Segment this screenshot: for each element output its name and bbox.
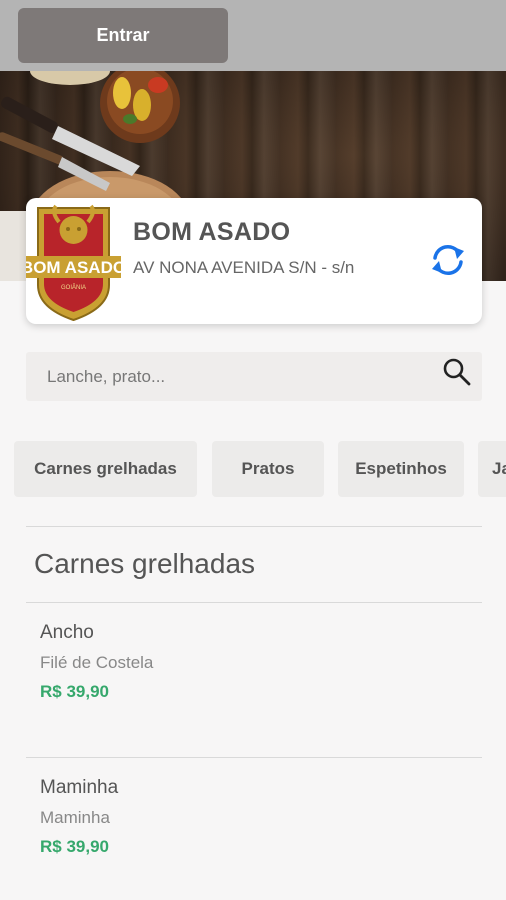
category-tab-pratos[interactable]: Pratos [212, 441, 324, 497]
menu-item-name: Maminha [40, 777, 119, 798]
menu-item-price: R$ 39,90 [40, 682, 109, 701]
restaurant-logo: BOM ASADO GOIÂNIA [26, 204, 121, 322]
menu-item-description: Maminha [40, 808, 110, 827]
search-bar [26, 352, 482, 401]
menu-item-name: Ancho [40, 622, 94, 643]
restaurant-address: AV NONA AVENIDA S/N - s/n [133, 258, 355, 277]
divider [26, 526, 482, 527]
restaurant-card: BOM ASADO GOIÂNIA BOM ASADO AV NONA AVEN… [26, 198, 482, 324]
category-tabs: Carnes grelhadas Pratos Espetinhos Ja [0, 441, 506, 497]
menu-item-price: R$ 39,90 [40, 837, 109, 856]
divider [26, 757, 482, 758]
search-input[interactable] [26, 352, 426, 401]
logo-subtext: GOIÂNIA [61, 284, 86, 291]
divider [26, 602, 482, 603]
refresh-icon[interactable] [428, 242, 468, 278]
menu-item-description: Filé de Costela [40, 653, 154, 672]
restaurant-name: BOM ASADO [133, 218, 291, 246]
search-icon[interactable] [442, 357, 472, 387]
menu-item[interactable]: Ancho Filé de Costela R$ 39,90 [40, 622, 153, 702]
category-tab-carnes-grelhadas[interactable]: Carnes grelhadas [14, 441, 197, 497]
top-bar: Entrar [0, 0, 506, 71]
menu-item[interactable]: Maminha Maminha R$ 39,90 [40, 777, 118, 857]
enter-button[interactable]: Entrar [18, 8, 228, 63]
section-title: Carnes grelhadas [34, 548, 256, 579]
category-tab-partial[interactable]: Ja [478, 441, 506, 497]
category-tab-espetinhos[interactable]: Espetinhos [338, 441, 464, 497]
logo-text: BOM ASADO [26, 258, 121, 277]
